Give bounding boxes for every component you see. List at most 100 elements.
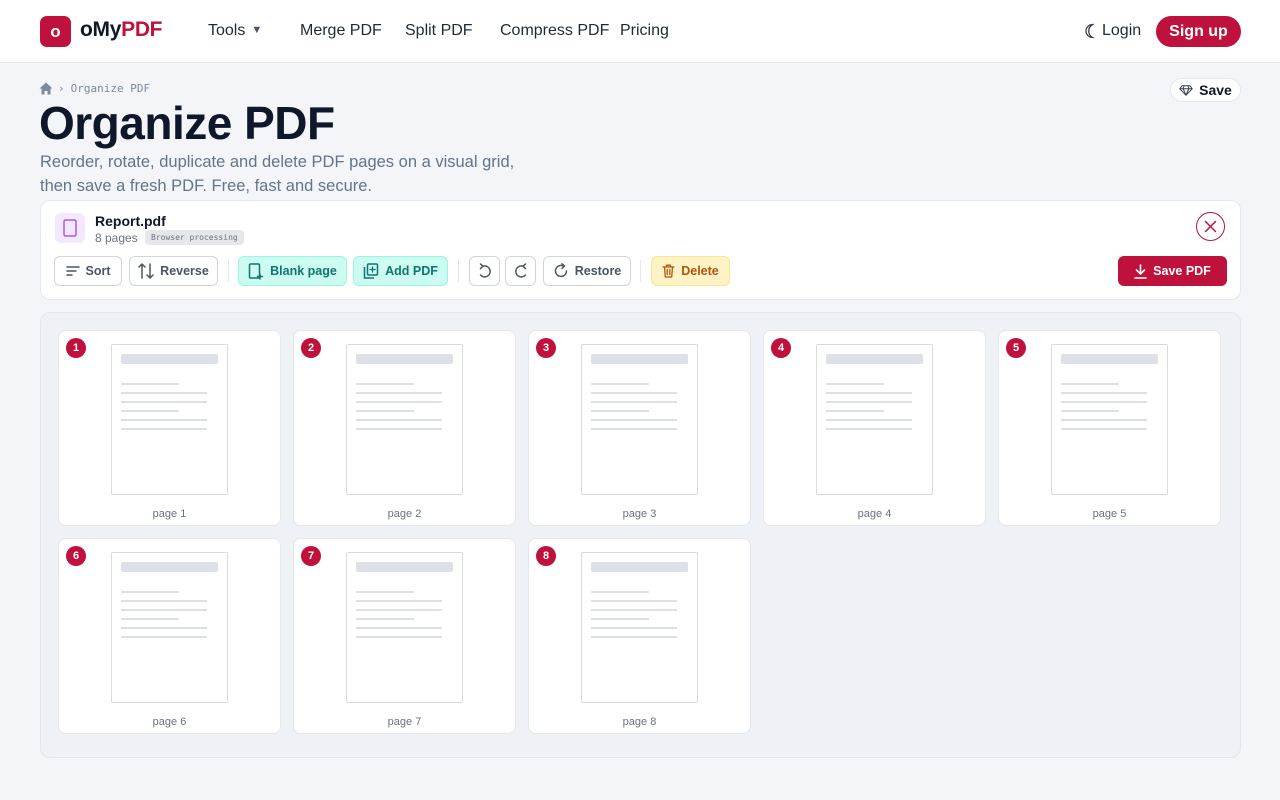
thumbnail-text-line <box>121 618 179 620</box>
thumbnail-text-line <box>356 428 442 430</box>
thumbnail-text-line <box>356 636 442 638</box>
page-number-badge: 3 <box>536 338 556 358</box>
delete-button[interactable]: Delete <box>651 256 730 286</box>
download-icon <box>1134 263 1147 279</box>
thumbnail-text-line <box>1061 428 1147 430</box>
reverse-icon <box>138 263 154 279</box>
thumbnail-text-line <box>121 591 179 593</box>
thumbnail-text-line <box>591 636 677 638</box>
moon-icon[interactable] <box>1082 23 1098 39</box>
toolbar-divider <box>228 260 229 282</box>
rotate-right-button[interactable] <box>505 256 536 286</box>
save-tool-label: Save <box>1199 82 1232 98</box>
brand-name[interactable]: oMyPDF <box>80 18 163 42</box>
logo-letter: o <box>50 21 61 41</box>
login-link[interactable]: Login <box>1102 22 1141 40</box>
trash-icon <box>662 264 675 278</box>
thumbnail-text-line <box>1061 392 1147 394</box>
rotate-right-icon <box>514 263 526 278</box>
page-card[interactable]: 4 page 4 <box>763 330 986 526</box>
thumbnail-text-line <box>591 627 677 629</box>
breadcrumb-current: Organize PDF <box>70 82 151 95</box>
home-icon[interactable] <box>39 82 53 95</box>
reverse-label: Reverse <box>160 264 209 278</box>
thumbnail-text-line <box>591 392 677 394</box>
thumbnail-heading-line <box>356 354 453 364</box>
page-thumbnail[interactable] <box>581 552 698 703</box>
page-grid: 1 page 1 2 page 2 3 page 3 4 page 4 5 page 5 6 page… <box>40 312 1241 758</box>
page-number-badge: 7 <box>301 546 321 566</box>
thumbnail-text-line <box>121 600 207 602</box>
breadcrumb-separator-icon: › <box>58 82 65 95</box>
page-card[interactable]: 2 page 2 <box>293 330 516 526</box>
sort-label: Sort <box>85 264 111 278</box>
page-card[interactable]: 5 page 5 <box>998 330 1221 526</box>
nav-split-pdf[interactable]: Split PDF <box>405 22 473 40</box>
thumbnail-text-line <box>591 410 649 412</box>
nav-tools-label: Tools <box>208 22 246 39</box>
page-card[interactable]: 7 page 7 <box>293 538 516 734</box>
rotate-left-icon <box>479 263 491 278</box>
page-label: page 8 <box>622 716 657 728</box>
sort-icon <box>65 266 80 276</box>
add-pdf-icon <box>363 263 379 279</box>
add-pdf-button[interactable]: Add PDF <box>353 256 448 286</box>
thumbnail-text-line <box>356 383 414 385</box>
blank-page-label: Blank page <box>270 264 337 278</box>
page-card[interactable]: 1 page 1 <box>58 330 281 526</box>
thumbnail-text-line <box>121 401 207 403</box>
toolbar-divider <box>640 260 641 282</box>
brand-accent: PDF <box>121 18 163 41</box>
page-label: page 1 <box>152 508 187 520</box>
close-file-button[interactable] <box>1196 212 1225 241</box>
restore-button[interactable]: Restore <box>543 256 631 286</box>
file-page-count: 8 pages <box>95 231 138 245</box>
blank-page-button[interactable]: Blank page <box>238 256 347 286</box>
thumbnail-text-line <box>121 410 179 412</box>
reverse-button[interactable]: Reverse <box>129 256 218 286</box>
restore-icon <box>554 263 567 278</box>
page-thumbnail[interactable] <box>816 344 933 495</box>
thumbnail-text-line <box>826 410 884 412</box>
chevron-down-icon: ▼ <box>251 24 263 36</box>
thumbnail-text-line <box>591 383 649 385</box>
page-label: page 7 <box>387 716 422 728</box>
page-thumbnail[interactable] <box>581 344 698 495</box>
signup-button[interactable]: Sign up <box>1156 16 1241 47</box>
nav-merge-pdf[interactable]: Merge PDF <box>300 22 382 40</box>
page-thumbnail[interactable] <box>346 552 463 703</box>
logo-icon[interactable]: o <box>40 16 71 47</box>
close-icon <box>1204 220 1217 233</box>
page-card[interactable]: 6 page 6 <box>58 538 281 734</box>
page-thumbnail[interactable] <box>1051 344 1168 495</box>
page-number-badge: 5 <box>1006 338 1026 358</box>
file-name: Report.pdf <box>95 213 166 229</box>
page-label: page 2 <box>387 508 422 520</box>
save-pdf-button[interactable]: Save PDF <box>1118 256 1227 286</box>
thumbnail-text-line <box>356 600 442 602</box>
page-card[interactable]: 8 page 8 <box>528 538 751 734</box>
save-tool-button[interactable]: Save <box>1170 78 1241 102</box>
file-card: Report.pdf 8 pages Browser processing So… <box>40 200 1241 300</box>
thumbnail-text-line <box>356 410 414 412</box>
page-label: page 6 <box>152 716 187 728</box>
thumbnail-text-line <box>121 627 207 629</box>
sort-button[interactable]: Sort <box>54 256 122 286</box>
file-icon <box>55 213 85 243</box>
breadcrumb: › Organize PDF <box>39 82 150 95</box>
thumbnail-text-line <box>826 392 912 394</box>
nav-pricing[interactable]: Pricing <box>620 22 669 40</box>
page-number-badge: 8 <box>536 546 556 566</box>
thumbnail-text-line <box>826 383 884 385</box>
nav-tools[interactable]: Tools ▼ <box>208 22 262 40</box>
thumbnail-text-line <box>826 428 912 430</box>
page-thumbnail[interactable] <box>111 552 228 703</box>
nav-compress-pdf[interactable]: Compress PDF <box>500 22 609 40</box>
thumbnail-heading-line <box>826 354 923 364</box>
thumbnail-text-line <box>1061 410 1119 412</box>
rotate-left-button[interactable] <box>469 256 500 286</box>
page-thumbnail[interactable] <box>346 344 463 495</box>
page-card[interactable]: 3 page 3 <box>528 330 751 526</box>
page-thumbnail[interactable] <box>111 344 228 495</box>
thumbnail-text-line <box>121 636 207 638</box>
